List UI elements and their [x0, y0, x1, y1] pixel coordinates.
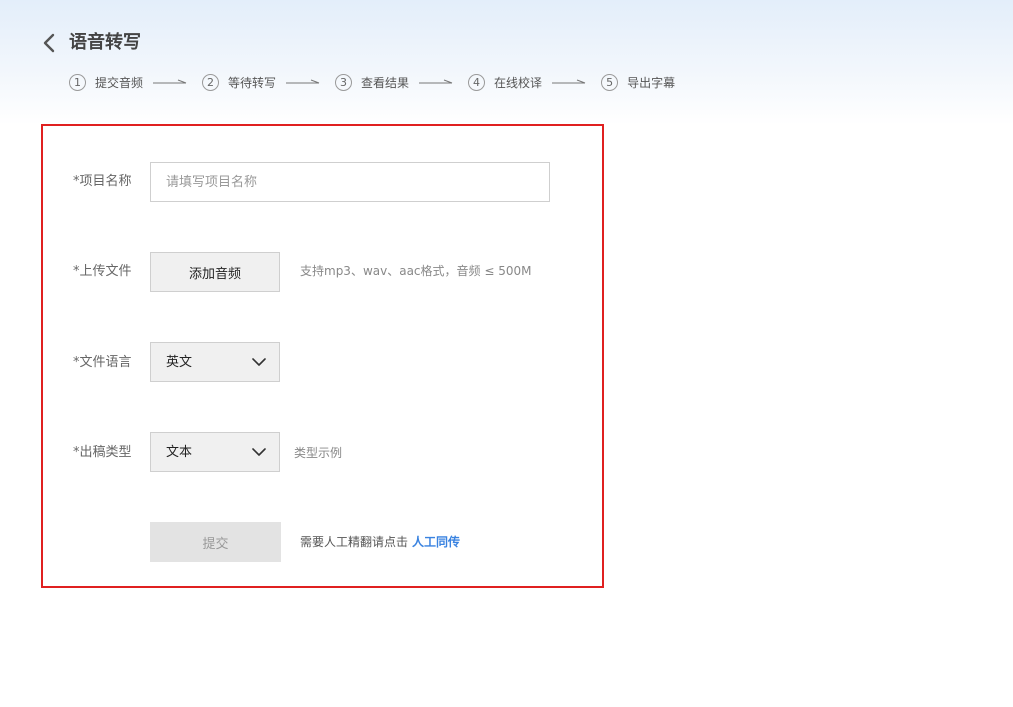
output-type-value: 文本 — [166, 445, 193, 460]
step-label: 在线校译 — [494, 75, 543, 90]
step-3: 3 查看结果 — [335, 73, 410, 91]
upload-file-label: *上传文件 — [73, 264, 132, 279]
manual-translation-note: 需要人工精翻请点击 人工同传 — [300, 532, 460, 552]
back-button[interactable] — [40, 31, 60, 55]
project-name-input[interactable] — [150, 162, 550, 202]
header: 语音转写 1 提交音频 2 等待转写 3 查看结果 4 在线校译 5 导出字幕 — [0, 0, 1013, 120]
output-type-select[interactable]: 文本 — [150, 432, 280, 472]
step-4: 4 在线校译 — [468, 73, 543, 91]
manual-translation-text: 需要人工精翻请点击 — [300, 535, 409, 549]
project-name-label: *项目名称 — [73, 174, 132, 189]
step-number: 4 — [468, 73, 486, 91]
type-example-link[interactable]: 类型示例 — [294, 443, 342, 463]
step-label: 导出字幕 — [627, 75, 676, 90]
page-title: 语音转写 — [69, 32, 141, 53]
chevron-down-icon — [252, 358, 266, 366]
file-language-label: *文件语言 — [73, 355, 132, 370]
arrow-right-icon — [552, 79, 586, 84]
output-type-label: *出稿类型 — [73, 445, 132, 460]
submit-button[interactable]: 提交 — [150, 522, 281, 562]
step-number: 1 — [69, 73, 86, 91]
step-label: 等待转写 — [228, 75, 277, 90]
file-language-value: 英文 — [166, 355, 193, 370]
step-5: 5 导出字幕 — [601, 73, 676, 91]
step-number: 2 — [202, 73, 220, 91]
simultaneous-interpretation-link[interactable]: 人工同传 — [412, 535, 460, 549]
step-label: 查看结果 — [361, 75, 410, 90]
step-indicator: 1 提交音频 2 等待转写 3 查看结果 4 在线校译 5 导出字幕 — [69, 72, 675, 92]
arrow-right-icon — [419, 79, 453, 84]
file-language-select[interactable]: 英文 — [150, 342, 280, 382]
step-label: 提交音频 — [95, 75, 144, 90]
step-number: 5 — [601, 73, 619, 91]
step-2: 2 等待转写 — [202, 73, 277, 91]
step-1: 1 提交音频 — [69, 73, 144, 91]
upload-form: *项目名称 *上传文件 添加音频 支持mp3、wav、aac格式，音频 ≤ 50… — [41, 124, 604, 588]
chevron-down-icon — [252, 448, 266, 456]
arrow-right-icon — [153, 79, 187, 84]
arrow-right-icon — [286, 79, 320, 84]
step-number: 3 — [335, 73, 353, 91]
upload-format-hint: 支持mp3、wav、aac格式，音频 ≤ 500M — [300, 264, 532, 278]
chevron-left-icon — [43, 33, 55, 53]
add-audio-button[interactable]: 添加音频 — [150, 252, 280, 292]
